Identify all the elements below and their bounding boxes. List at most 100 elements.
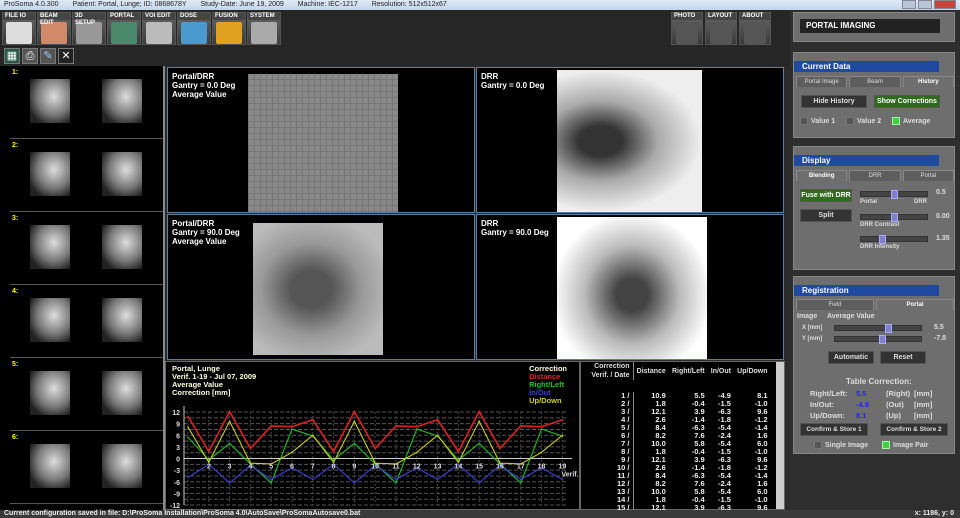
y-tick-label: -3 [174,468,180,475]
thumbnail-image[interactable] [102,444,142,488]
confirm-store-2-button[interactable]: Confirm & Store 2 [880,423,948,436]
table-row[interactable]: 4 /2.6 -1.4 -1.8 -1.2 [581,416,771,424]
data-point [478,410,480,413]
drr-contrast-slider[interactable] [860,213,928,222]
table-row[interactable]: 7 /10.0 5.8 -5.4 6.0 [581,440,771,448]
drr-intensity-slider[interactable] [860,235,928,244]
thumbnail-image[interactable] [30,225,70,269]
toolbar-dose-button[interactable]: DOSE [177,12,211,45]
thumbnail-image[interactable] [102,79,142,123]
toolbar-fusion-button[interactable]: FUSION [212,12,246,45]
toolbar-file-io-button[interactable]: FILE IO [2,12,36,45]
registration-panel: Registration Field Portal Image Average V… [793,276,955,454]
thumbnail-row[interactable]: 1: [10,67,163,139]
toolbar-beam-edit-button[interactable]: BEAM EDIT [37,12,71,45]
tab-portal[interactable]: Portal [902,170,954,181]
thumbnail-image[interactable] [102,371,142,415]
table-row[interactable]: 5 /8.4 -6.3 -5.4 -1.4 [581,424,771,432]
table-row[interactable]: 14 /1.8 -0.4 -1.5 -1.0 [581,496,771,504]
drr-image [557,217,707,359]
view-layout-icon[interactable]: ▦ [4,48,20,64]
y-tick-label: 6 [176,433,180,440]
split-button[interactable]: Split [800,209,852,222]
data-point [353,442,356,445]
x-tick-label: 13 [434,464,442,471]
maximize-button[interactable] [918,0,932,9]
toolbar-portal-button[interactable]: PORTAL [107,12,141,45]
thumbnail-image[interactable] [102,152,142,196]
viewport-drr-0[interactable]: DRR Gantry = 0.0 Deg [476,67,784,213]
data-point [478,420,480,423]
table-row[interactable]: 11 /8.4 -6.3 -5.4 -1.4 [581,472,771,480]
single-image-radio[interactable]: Single Image [814,441,868,449]
toolbar-voi-edit-button[interactable]: VOI EDIT [142,12,176,45]
table-row[interactable]: 3 /12.1 3.9 -6.3 9.6 [581,408,771,416]
minimize-button[interactable] [902,0,916,9]
viewport-portal-drr-0[interactable]: Portal/DRR Gantry = 0.0 Deg Average Value [167,67,475,213]
thumbnail-image[interactable] [102,298,142,342]
tab-portal-image[interactable]: Portal Image [796,76,848,87]
blend-slider[interactable] [860,190,928,199]
about-icon [744,22,766,44]
thumbnail-image[interactable] [30,79,70,123]
tab-beam[interactable]: Beam [849,76,901,87]
toolbar-3d-setup-button[interactable]: 3D SETUP [72,12,106,45]
photo-button[interactable]: PHOTO [671,12,703,45]
thumbnail-panel[interactable]: 1: 2: 3: 4: 5: 6: [0,66,165,510]
table-row[interactable]: 2 /1.8 -0.4 -1.5 -1.0 [581,400,771,408]
pen-icon[interactable]: ✎ [40,48,56,64]
image-pair-radio[interactable]: Image Pair [882,441,928,449]
y-tick-label: -6 [174,480,180,487]
tab-drr[interactable]: DRR [849,170,901,181]
tab-blending[interactable]: Blending [796,170,848,181]
value2-checkbox[interactable]: Value 2 [846,117,881,125]
data-point [311,434,314,437]
viewport-drr-90[interactable]: DRR Gantry = 90.0 Deg [476,214,784,360]
thumbnail-index: 4: [12,288,19,295]
thumbnail-row[interactable]: 2: [10,140,163,212]
close-icon[interactable]: ✕ [58,48,74,64]
x-tick-label: 10 [371,464,379,471]
tab-portal[interactable]: Portal [876,299,954,310]
thumbnail-row[interactable]: 5: [10,359,163,431]
data-point [270,425,272,427]
table-row[interactable]: 6 /8.2 7.6 -2.4 1.6 [581,432,771,440]
table-row[interactable]: 1 /10.9 5.5 -4.9 8.1 [581,392,771,400]
thumbnail-image[interactable] [30,371,70,415]
average-checkbox[interactable]: Average [892,117,930,125]
layout-button[interactable]: LAYOUT [705,12,737,45]
about-button[interactable]: ABOUT [739,12,771,45]
data-point [561,418,564,421]
table-row[interactable]: 12 /8.2 7.6 -2.4 1.6 [581,480,771,488]
table-row[interactable]: 9 /12.1 3.9 -6.3 9.6 [581,456,771,464]
fuse-with-drr-button[interactable]: Fuse with DRR [800,189,852,202]
toolbar-system-button[interactable]: SYSTEM [247,12,281,45]
thumbnail-index: 1: [12,69,19,76]
viewport-portal-drr-90[interactable]: Portal/DRR Gantry = 90.0 Deg Average Value [167,214,475,360]
tab-history[interactable]: History [902,76,954,87]
hide-history-button[interactable]: Hide History [801,95,867,108]
thumbnail-row[interactable]: 3: [10,213,163,285]
fusion-icon [216,22,242,44]
confirm-store-1-button[interactable]: Confirm & Store 1 [800,423,868,436]
reset-button[interactable]: Reset [880,351,926,364]
value1-checkbox[interactable]: Value 1 [800,117,835,125]
automatic-button[interactable]: Automatic [828,351,874,364]
thumbnail-image[interactable] [102,225,142,269]
thumbnail-image[interactable] [30,298,70,342]
y-slider[interactable] [834,335,922,344]
thumbnail-row[interactable]: 6: [10,432,163,504]
table-row[interactable]: 13 /10.0 5.8 -5.4 6.0 [581,488,771,496]
thumbnail-image[interactable] [30,444,70,488]
thumbnail-row[interactable]: 4: [10,286,163,358]
thumbnail-image[interactable] [30,152,70,196]
close-button[interactable] [934,0,956,9]
table-row[interactable]: 8 /1.8 -0.4 -1.5 -1.0 [581,448,771,456]
show-corrections-button[interactable]: Show Corrections [874,95,940,108]
table-row[interactable]: 10 /2.6 -1.4 -1.8 -1.2 [581,464,771,472]
x-slider[interactable] [834,324,922,333]
table-scrollbar[interactable] [776,362,784,509]
layout-icon [710,22,732,44]
tab-field[interactable]: Field [796,299,874,310]
print-icon[interactable]: ⎙ [22,48,38,64]
